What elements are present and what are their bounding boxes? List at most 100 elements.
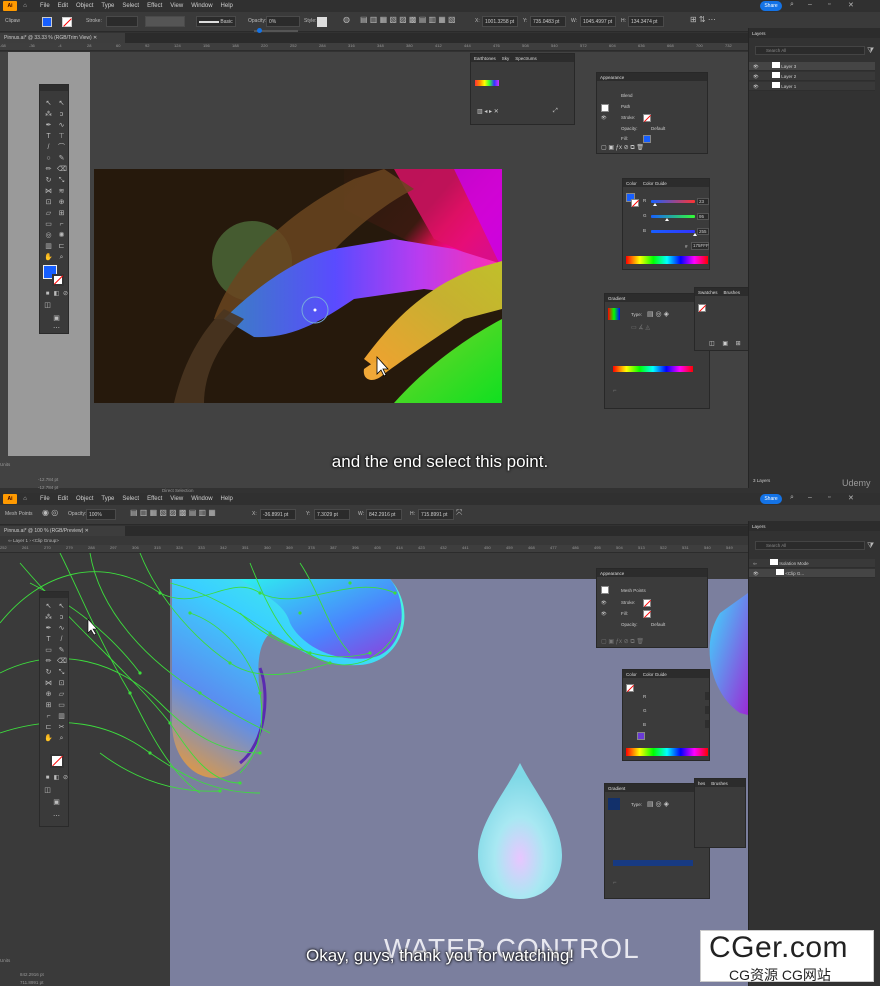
color-spectrum[interactable]	[626, 748, 708, 756]
symbol-sprayer-icon[interactable]: ✺	[57, 231, 66, 240]
artwork-canvas[interactable]	[94, 169, 502, 403]
breadcrumb-clip-group[interactable]: <Clip Group>	[32, 538, 59, 543]
variable-width-field[interactable]	[145, 16, 185, 27]
artboard-tool-icon[interactable]: ⊏	[44, 723, 53, 732]
arrange-icons[interactable]: ⊞ ⇅ ⋯	[690, 15, 716, 24]
appearance-footer-icons[interactable]: ▢ ▣ ƒx ⊘ ⧉ 🗑	[601, 144, 644, 152]
pen-tool-icon[interactable]: ✒	[44, 121, 53, 130]
eyedropper-icon[interactable]: ⌐	[57, 220, 66, 229]
breadcrumb-layer[interactable]: Layer 1	[13, 538, 28, 543]
direct-selection-tool-icon[interactable]: ↖	[57, 99, 66, 108]
pen-tool-icon[interactable]: ✒	[44, 624, 53, 633]
tab-color-guide[interactable]: Color Guide	[643, 672, 667, 677]
menu-object[interactable]: Object	[76, 3, 93, 9]
w-field[interactable]: 842.2916 pt	[366, 509, 402, 520]
stroke-color-box[interactable]	[50, 754, 64, 768]
menu-select[interactable]: Select	[122, 496, 139, 502]
share-button[interactable]: Share	[760, 1, 782, 11]
rotate-icon[interactable]: ↻	[44, 176, 53, 185]
width-tool-icon[interactable]: ⋈	[44, 187, 53, 196]
arc-tool-icon[interactable]: ⌒	[57, 143, 66, 152]
perspective-icon[interactable]: ▱	[44, 209, 53, 218]
channel-value-field[interactable]: 255	[697, 228, 709, 235]
gradient-mode-icon[interactable]: ◧	[52, 290, 61, 299]
menu-type[interactable]: Type	[101, 3, 114, 9]
home-icon[interactable]: ⌂	[20, 3, 30, 9]
visibility-eye-icon[interactable]: 👁	[601, 611, 607, 617]
align-icons[interactable]: ▤ ▥ ▦ ▧ ▨ ▩ ▤ ▥ ▦	[130, 508, 216, 517]
brush-field[interactable]: Basic	[196, 16, 236, 27]
tab-color[interactable]: Color	[626, 181, 637, 186]
menu-window[interactable]: Window	[191, 496, 212, 502]
filter-icon[interactable]: ⧩	[867, 46, 874, 56]
type-tool-icon[interactable]: T	[44, 132, 53, 141]
eraser-icon[interactable]: ⌫	[57, 657, 67, 666]
curvature-icon[interactable]: ∿	[57, 624, 66, 633]
filter-icon[interactable]: ⧩	[867, 541, 874, 551]
none-mode-icon[interactable]: ⊘	[61, 290, 70, 299]
free-transform-icon[interactable]: ⊡	[44, 198, 53, 207]
close-icon[interactable]: ✕	[848, 494, 854, 502]
layer-row[interactable]: 👁 Layer 1	[749, 82, 875, 91]
menu-file[interactable]: File	[40, 496, 50, 502]
tools-panel-grip[interactable]	[40, 85, 68, 91]
paintbrush-icon[interactable]: ✎	[57, 646, 66, 655]
hand-tool-icon[interactable]: ✋	[44, 253, 53, 262]
align-icons[interactable]: ▤ ▥ ▦ ▧ ▨ ▩ ▤ ▥ ▦ ▧	[360, 15, 456, 24]
tools-panel-grip[interactable]	[40, 592, 68, 598]
rotate-icon[interactable]: ↻	[44, 668, 53, 677]
warp-icon[interactable]: ≋	[57, 187, 66, 196]
width-tool-icon[interactable]: ⋈	[44, 679, 53, 688]
lasso-icon[interactable]: ↄ	[57, 613, 66, 622]
color-mode-icons[interactable]: ■	[43, 774, 52, 783]
gradient-mode-icon[interactable]: ◧	[52, 774, 61, 783]
stroke-swatch[interactable]	[62, 17, 72, 27]
maximize-icon[interactable]: ▫	[828, 494, 830, 501]
menu-view[interactable]: View	[170, 3, 183, 9]
type-tool-icon[interactable]: T	[44, 635, 53, 644]
color-spectrum[interactable]	[626, 256, 708, 264]
color-stroke-box[interactable]	[631, 199, 639, 207]
eraser-icon[interactable]: ⌫	[57, 165, 67, 174]
more-tools-icon[interactable]: ⋯	[52, 812, 61, 821]
appearance-opacity-value[interactable]: Default	[651, 622, 665, 627]
channel-g-field[interactable]	[705, 706, 709, 714]
layer-row[interactable]: ⇦ Isolation Mode	[749, 559, 875, 568]
gradient-tool-icon[interactable]: ▭	[57, 701, 66, 710]
tab-sky[interactable]: Sky	[502, 56, 510, 61]
visibility-eye-icon[interactable]: 👁	[601, 115, 607, 121]
selection-tool-icon[interactable]: ↖	[44, 602, 53, 611]
opacity-slider[interactable]	[254, 28, 298, 33]
channel-b-field[interactable]	[705, 720, 709, 728]
channel-slider-handle[interactable]	[665, 218, 670, 221]
layer-row[interactable]: 👁 Layer 2	[749, 72, 875, 81]
h-field[interactable]: 715.8991 pt	[418, 509, 454, 520]
close-icon[interactable]: ✕	[848, 1, 854, 9]
color-mode-icons[interactable]: ■	[43, 290, 52, 299]
magic-wand-icon[interactable]: ⁂	[44, 613, 53, 622]
menu-edit[interactable]: Edit	[58, 3, 68, 9]
menu-effect[interactable]: Effect	[147, 3, 162, 9]
selection-tool-icon[interactable]: ↖	[44, 99, 53, 108]
gradient-slider[interactable]	[613, 366, 693, 372]
blend-tool-icon[interactable]: ◎	[44, 231, 53, 240]
menu-object[interactable]: Object	[76, 496, 93, 502]
pencil-icon[interactable]: ✏	[44, 165, 53, 174]
y-field[interactable]: 7.3029 pt	[314, 509, 350, 520]
gradient-preview[interactable]	[608, 798, 620, 810]
perspective-icon[interactable]: ▱	[57, 690, 66, 699]
x-field[interactable]: 1001.3258 pt	[482, 16, 518, 27]
share-button[interactable]: Share	[760, 494, 782, 504]
breadcrumb-back-icon[interactable]: ⇦	[8, 538, 12, 543]
x-field[interactable]: -36.8991 pt	[260, 509, 296, 520]
more-tools-icon[interactable]: ⋯	[52, 324, 61, 333]
artboard-tool-icon[interactable]: ⊏	[57, 242, 66, 251]
shape-builder-icon[interactable]: ⊕	[44, 690, 53, 699]
stroke-weight-field[interactable]	[106, 16, 138, 27]
maximize-icon[interactable]: ▫	[828, 1, 830, 8]
eyedropper-icon[interactable]: ⌐	[44, 712, 53, 721]
tab-color[interactable]: Color	[626, 672, 637, 677]
appearance-fill-swatch[interactable]	[643, 610, 651, 618]
tab-brushes[interactable]: Brushes	[711, 781, 728, 786]
channel-slider-handle[interactable]	[652, 203, 657, 206]
